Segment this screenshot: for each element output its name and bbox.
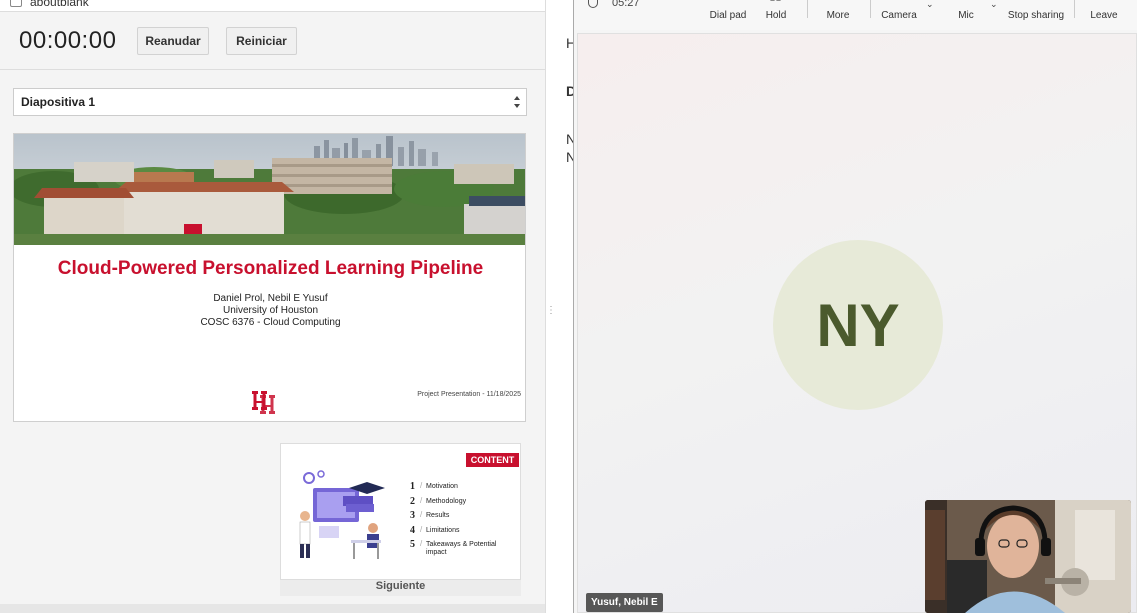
slide-authors: Daniel Prol, Nebil E Yusuf [213,293,328,304]
splitter-grip-icon[interactable]: ⋮ [546,305,556,316]
agenda-item: 4 / Limitations [410,525,520,540]
study-illustration-icon [299,470,385,559]
presenter-titlebar: aboutblank [0,0,545,12]
slide-footer: Project Presentation - 11/18/2025 [417,391,521,398]
notes-text-letter: N [566,131,573,147]
agenda-number: 5 [410,539,415,550]
mic-label: Mic [958,10,974,21]
dial-pad-button[interactable]: · Dial pad [704,0,752,30]
next-slide-label: Siguiente [280,580,521,596]
agenda-number: 1 [410,481,415,492]
more-button[interactable]: More [820,0,856,30]
participant-avatar: NY [773,240,943,410]
self-video-feed [925,500,1131,613]
toolbar-divider [870,0,871,18]
next-slide-preview[interactable]: CONTENT 1 / Motivation 2 / Methodology 3… [280,443,521,580]
agenda-number: 3 [410,510,415,521]
share-screen-icon [1029,0,1043,4]
agenda-item: 2 / Methodology [410,496,520,511]
camera-icon [891,0,907,4]
notes-heading-letter: D [566,83,573,99]
content-tag: CONTENT [466,453,519,467]
pause-icon [770,0,781,1]
call-duration: 05:27 [612,0,640,9]
agenda-item: 3 / Results [410,510,520,525]
agenda-number: 2 [410,495,415,507]
agenda-list: 1 / Motivation 2 / Methodology 3 / Resul… [410,481,520,561]
campus-photo [14,134,525,245]
slide-course: COSC 6376 - Cloud Computing [200,317,341,328]
microphone-icon [961,0,971,4]
timer-toolbar: 00:00:00 Reanudar Reiniciar [0,12,545,70]
agenda-item: 1 / Motivation [410,481,520,496]
leave-label: Leave [1090,10,1118,21]
agenda-text: Results [426,512,450,519]
app-icon [10,0,22,7]
toolbar-divider [807,0,808,18]
updown-arrows-icon [514,96,520,108]
participant-name-tag: Yusuf, Nebil E [586,593,663,612]
dialpad-icon: · [726,0,729,5]
agenda-number: 4 [410,524,415,536]
call-toolbar: 05:27 · Dial pad Hold More Camera ⌄ Mic [574,0,1137,30]
hold-button[interactable]: Hold [758,0,794,30]
uh-logo-icon [252,391,275,414]
notes-pane: H D N N ⋮ [545,0,573,613]
camera-label: Camera [881,10,917,21]
stop-sharing-label: Stop sharing [1007,10,1065,21]
slide-title: Cloud-Powered Personalized Learning Pipe… [57,258,484,279]
agenda-text: Methodology [426,497,467,505]
notes-tab-letter: H [566,35,573,51]
restart-button[interactable]: Reiniciar [226,27,297,55]
self-video-tile[interactable] [925,500,1131,613]
thumbnail-strip [0,604,545,613]
notes-text-letter: N [566,149,573,165]
mic-options-chevron-down-icon[interactable]: ⌄ [990,0,998,10]
agenda-text: Limitations [426,526,460,534]
shield-icon [588,0,598,8]
agenda-text: Takeaways & Potential impact [426,541,497,556]
more-label: More [826,10,850,21]
resume-button[interactable]: Reanudar [137,27,209,55]
toolbar-divider [1074,0,1075,18]
dial-pad-label: Dial pad [709,10,747,21]
camera-button[interactable]: Camera [877,0,921,30]
slide-selector[interactable]: Diapositiva 1 [13,88,527,116]
hold-label: Hold [765,10,787,21]
leave-button[interactable]: Leave [1084,0,1124,30]
app-title: aboutblank [30,0,89,9]
screen: aboutblank 00:00:00 Reanudar Reiniciar D… [0,0,1137,613]
presenter-view: aboutblank 00:00:00 Reanudar Reiniciar D… [0,0,545,613]
agenda-text: Motivation [426,483,458,490]
stop-sharing-button[interactable]: Stop sharing [1004,0,1068,30]
slide-selector-value: Diapositiva 1 [21,95,96,109]
current-slide: Cloud-Powered Personalized Learning Pipe… [13,133,526,422]
mic-button[interactable]: Mic [946,0,986,30]
camera-options-chevron-down-icon[interactable]: ⌄ [926,0,934,10]
elapsed-timer: 00:00:00 [19,27,117,54]
agenda-item: 5 / Takeaways & Potential impact [410,539,520,561]
slide-university: University of Houston [222,305,319,316]
